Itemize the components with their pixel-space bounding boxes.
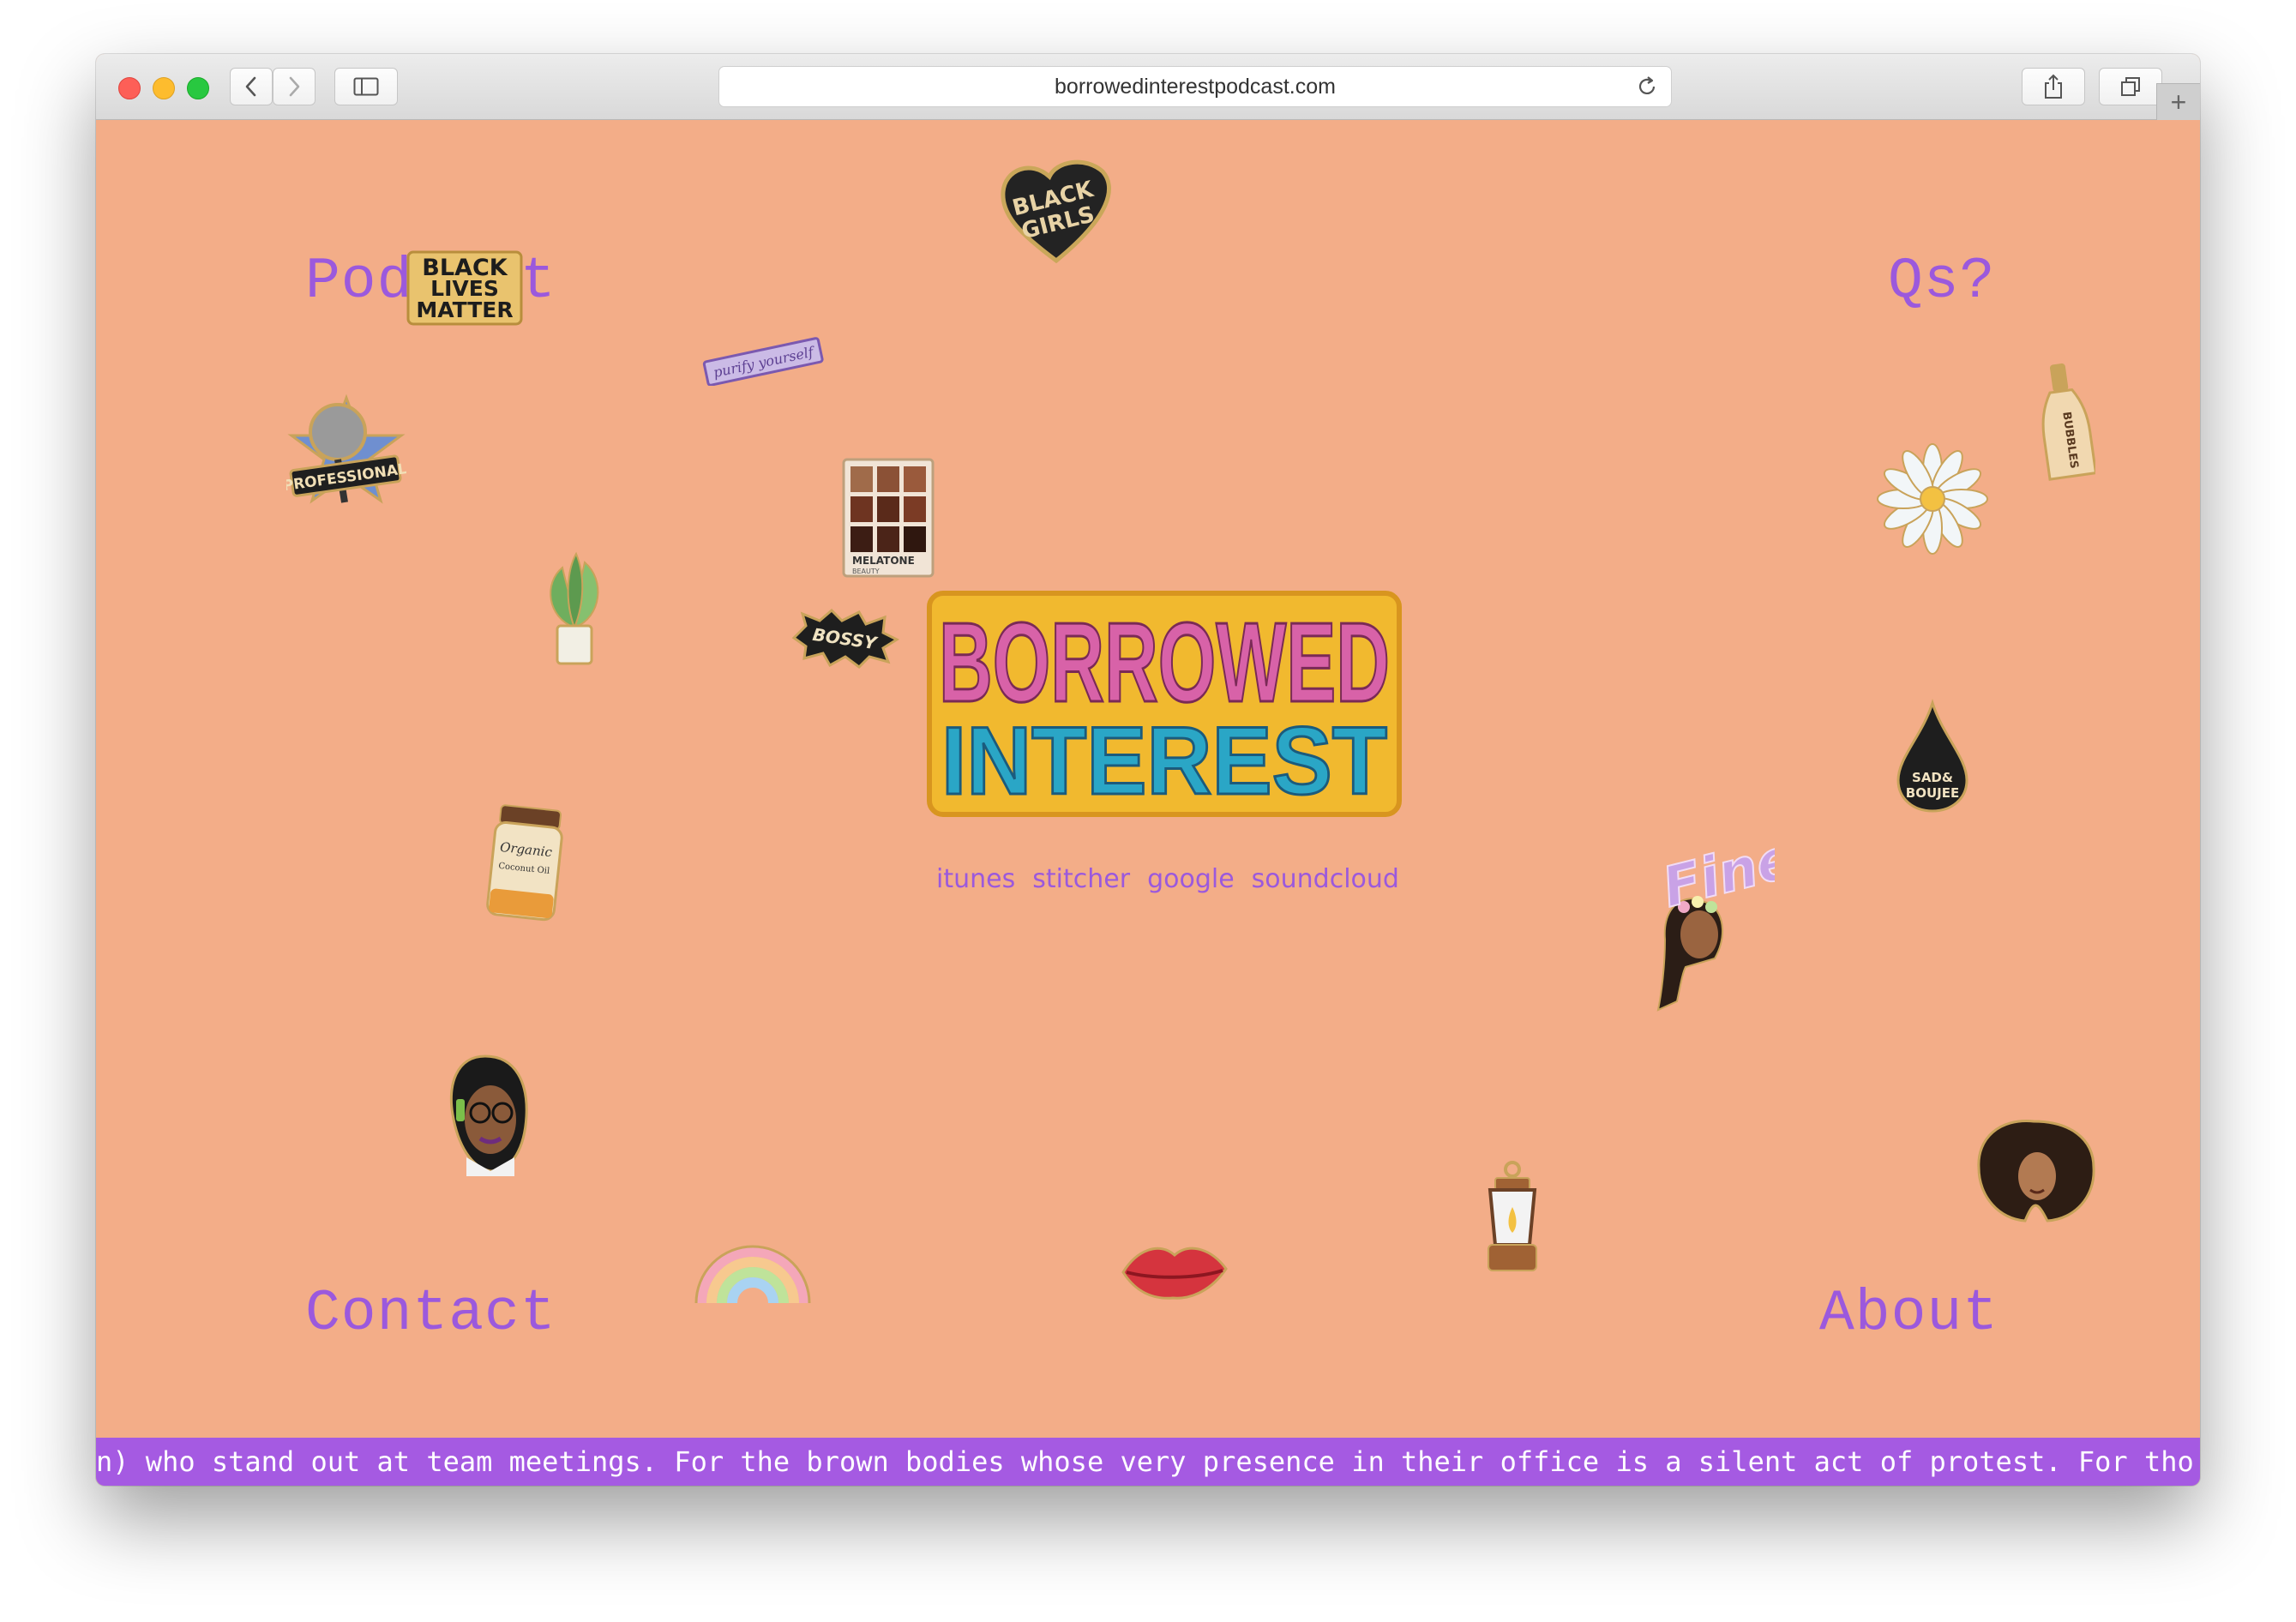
eyeshadow-palette-pin-icon: MELATONE BEAUTY <box>842 458 935 578</box>
close-window-button[interactable] <box>118 77 141 99</box>
black-lives-matter-pin-icon: BLACK LIVES MATTER <box>406 250 523 326</box>
reload-icon[interactable] <box>1635 75 1659 99</box>
tabs-overview-button[interactable] <box>2099 68 2162 105</box>
address-bar[interactable]: borrowedinterestpodcast.com <box>718 66 1672 107</box>
podcast-platform-links: itunes stitcher google soundcloud <box>936 864 1399 894</box>
browser-toolbar: borrowedinterestpodcast.com + <box>96 54 2200 120</box>
page-content: Podcast Qs? Contact About BLACK GIRLS BL… <box>96 120 2200 1486</box>
back-button[interactable] <box>230 68 273 105</box>
svg-text:BEAUTY: BEAUTY <box>852 568 880 575</box>
svg-text:BOUJEE: BOUJEE <box>1906 785 1959 801</box>
woman-with-glasses-pin-icon <box>449 1054 528 1176</box>
bubbles-bottle-pin-icon: BUBBLES <box>2041 363 2095 481</box>
itunes-link[interactable]: itunes <box>936 864 1015 894</box>
svg-text:Fine: Fine <box>1656 828 1775 921</box>
svg-text:MELATONE: MELATONE <box>852 555 915 567</box>
nav-about[interactable]: About <box>1819 1281 1998 1347</box>
svg-text:MATTER: MATTER <box>416 297 513 322</box>
chevron-left-icon <box>245 76 256 97</box>
share-button[interactable] <box>2022 68 2085 105</box>
purify-yourself-pin-icon: purify yourself <box>702 337 824 386</box>
microphone-professional-pin-icon: PROFESSIONAL <box>286 393 406 504</box>
lantern-pin-icon <box>1488 1161 1537 1271</box>
daisy-pin-icon <box>1877 443 1988 555</box>
bossy-pin-icon: BOSSY <box>791 609 900 669</box>
coconut-oil-jar-pin-icon: Organic Coconut Oil <box>486 804 563 922</box>
potted-plant-pin-icon <box>550 551 599 665</box>
svg-text:SAD&: SAD& <box>1912 770 1953 785</box>
black-girls-heart-pin-icon: BLACK GIRLS <box>1001 159 1111 264</box>
svg-text:INTEREST: INTEREST <box>941 707 1387 814</box>
borrowed-interest-logo: BORROWED INTEREST <box>927 591 1402 817</box>
sad-boujee-drop-pin-icon: SAD& BOUJEE <box>1896 699 1968 813</box>
forward-button[interactable] <box>273 68 316 105</box>
fine-pin-icon: Fine <box>1656 828 1775 922</box>
plus-icon: + <box>2170 86 2187 117</box>
stitcher-link[interactable]: stitcher <box>1032 864 1130 894</box>
tabs-icon <box>2121 77 2140 96</box>
share-icon <box>2045 74 2062 99</box>
soundcloud-link[interactable]: soundcloud <box>1252 864 1399 894</box>
sidebar-button[interactable] <box>334 68 398 105</box>
rainbow-pin-icon <box>694 1245 811 1304</box>
chevron-right-icon <box>289 76 300 97</box>
svg-text:BORROWED: BORROWED <box>939 599 1390 725</box>
red-lips-pin-icon <box>1121 1247 1228 1300</box>
browser-window: borrowedinterestpodcast.com + Podcast Qs… <box>96 54 2200 1486</box>
sidebar-icon <box>353 77 379 96</box>
scrolling-ticker: n) who stand out at team meetings. For t… <box>96 1438 2200 1486</box>
ticker-text: n) who stand out at team meetings. For t… <box>96 1445 2194 1478</box>
nav-qs[interactable]: Qs? <box>1888 249 1995 315</box>
minimize-window-button[interactable] <box>153 77 175 99</box>
nav-contact[interactable]: Contact <box>305 1281 556 1347</box>
url-text: borrowedinterestpodcast.com <box>1055 74 1336 99</box>
zoom-window-button[interactable] <box>187 77 209 99</box>
new-tab-button[interactable]: + <box>2156 83 2200 120</box>
curly-hair-woman-pin-icon <box>1977 1120 2095 1223</box>
google-link[interactable]: google <box>1147 864 1235 894</box>
